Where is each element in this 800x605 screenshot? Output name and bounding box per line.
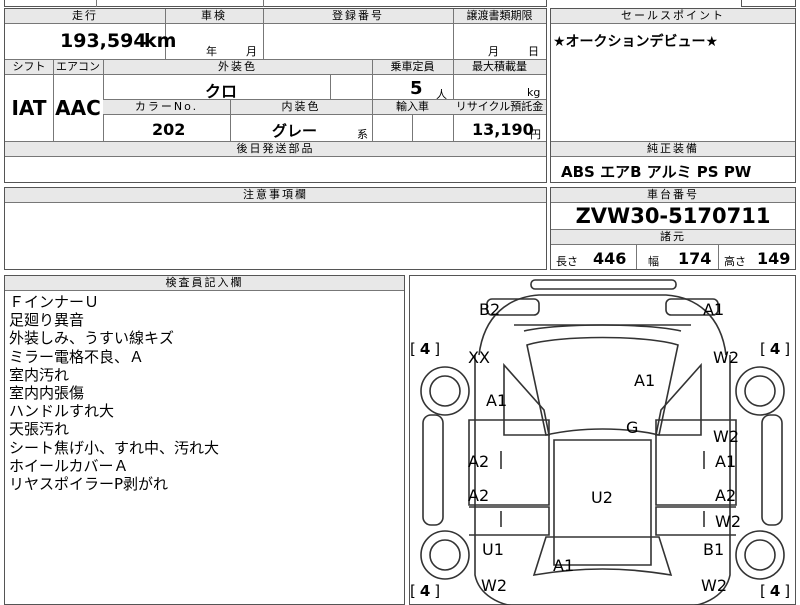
top-right-fragment-box (741, 0, 796, 7)
recycle-value: 13,190 (472, 120, 534, 139)
header-registration: 登録番号 (332, 9, 384, 22)
dmg-a1-right-door1: A1 (715, 452, 737, 471)
inspection-year-label: 年 (206, 45, 217, 58)
tire-fl-bracket: [4] (410, 340, 441, 358)
dmg-a1-trunk: A1 (553, 556, 575, 575)
note-line: 室内汚れ (9, 365, 70, 384)
header-max-load: 最大積載量 (472, 60, 527, 73)
note-line: ハンドルすれ大 (9, 402, 115, 421)
note-line: 足廻り異音 (9, 311, 85, 330)
dmg-u2: U2 (591, 488, 613, 507)
note-line: ＦインナーＵ (9, 293, 100, 311)
header-capacity: 乗車定員 (390, 60, 435, 73)
tire-rr-bracket: [4] (760, 582, 791, 600)
later-parts-header: 後日発送部品 (236, 142, 315, 155)
dmg-b1: B1 (703, 540, 725, 559)
width-label: 幅 (648, 255, 659, 268)
header-color-no: カラーNo. (134, 100, 199, 113)
length-label: 長さ (556, 255, 578, 268)
color-no-value: 202 (152, 120, 186, 139)
note-line: 外装しみ、うすい線キズ (9, 329, 175, 348)
height-value: 149 (757, 249, 791, 268)
capacity-value: 5 (410, 78, 423, 99)
inspector-notes-list: ＦインナーＵ 足廻り異音 外装しみ、うすい線キズ ミラー電格不良、Ａ 室内汚れ … (9, 293, 399, 493)
header-exterior-color: 外装色 (218, 60, 257, 73)
transfer-day-label: 日 (528, 45, 539, 58)
interior-color-suffix: 系 (357, 128, 368, 141)
dmg-w2-right-door2: W2 (715, 512, 741, 531)
max-load-unit: kg (527, 86, 541, 99)
dmg-w2-right-door1: W2 (713, 427, 739, 446)
note-line: ミラー電格不良、Ａ (9, 347, 145, 366)
dmg-xx: XX (468, 348, 490, 367)
mileage-unit: km (144, 30, 177, 52)
width-value: 174 (678, 249, 712, 268)
dmg-u1: U1 (482, 540, 504, 559)
header-import: 輸入車 (396, 100, 429, 113)
note-line: シート焦げ小、すれ中、汚れ大 (9, 438, 220, 457)
aircon-value: AAC (55, 96, 101, 120)
dmg-a2-right-door2: A2 (715, 486, 737, 505)
genuine-equipment-value: ABS エアB アルミ PS PW (561, 163, 752, 181)
genuine-equipment-header: 純正装備 (647, 142, 699, 155)
dmg-a2-left-door1: A2 (468, 452, 490, 471)
mileage-value: 193,594 (60, 30, 147, 52)
header-transfer-deadline: 譲渡書類期限 (466, 9, 533, 22)
dmg-g: G (626, 418, 639, 437)
interior-color-value: グレー (272, 122, 318, 140)
tire-fr-bracket: [4] (760, 340, 791, 358)
dmg-w2-left-rear: W2 (481, 576, 507, 595)
header-shift: シフト (12, 60, 46, 73)
caution-header: 注意事項欄 (243, 188, 308, 201)
top-fragment-strip (4, 0, 547, 7)
header-mileage: 走行 (72, 9, 98, 22)
note-line: リヤスポイラーP剥がれ (9, 475, 169, 494)
specs-header: 諸元 (660, 230, 686, 243)
header-interior-color: 内装色 (281, 100, 321, 113)
header-aircon: エアコン (56, 60, 100, 73)
header-recycle: リサイクル預託金 (455, 100, 544, 113)
dmg-a2-left-door2: A2 (468, 486, 490, 505)
note-line: ホイールカバーＡ (9, 456, 129, 475)
chassis-value: ZVW30-5170711 (575, 204, 771, 228)
tire-rl-bracket: [4] (410, 582, 441, 600)
chassis-header: 車台番号 (647, 188, 699, 201)
note-line: 室内内張傷 (9, 384, 85, 403)
height-label: 高さ (724, 255, 746, 268)
header-inspection: 車検 (201, 9, 227, 22)
note-line: 天張汚れ (9, 420, 70, 439)
dmg-b2: B2 (479, 300, 501, 319)
dmg-a1-hood: A1 (634, 371, 656, 390)
dmg-a1-front-right: A1 (703, 300, 725, 319)
dmg-a1-left-fender: A1 (486, 391, 508, 410)
sales-point-header: セールスポイント (621, 9, 725, 22)
shift-value: IAT (11, 96, 47, 120)
inspector-header: 検査員記入欄 (165, 276, 244, 289)
dmg-w2-right-front: W2 (713, 348, 739, 367)
dmg-w2-right-rear: W2 (701, 576, 727, 595)
sales-point-text: ★オークションデビュー★ (553, 34, 719, 50)
inspection-month-label: 月 (246, 45, 257, 58)
recycle-unit: 円 (530, 128, 541, 141)
length-value: 446 (593, 249, 627, 268)
transfer-month-label: 月 (488, 45, 499, 58)
